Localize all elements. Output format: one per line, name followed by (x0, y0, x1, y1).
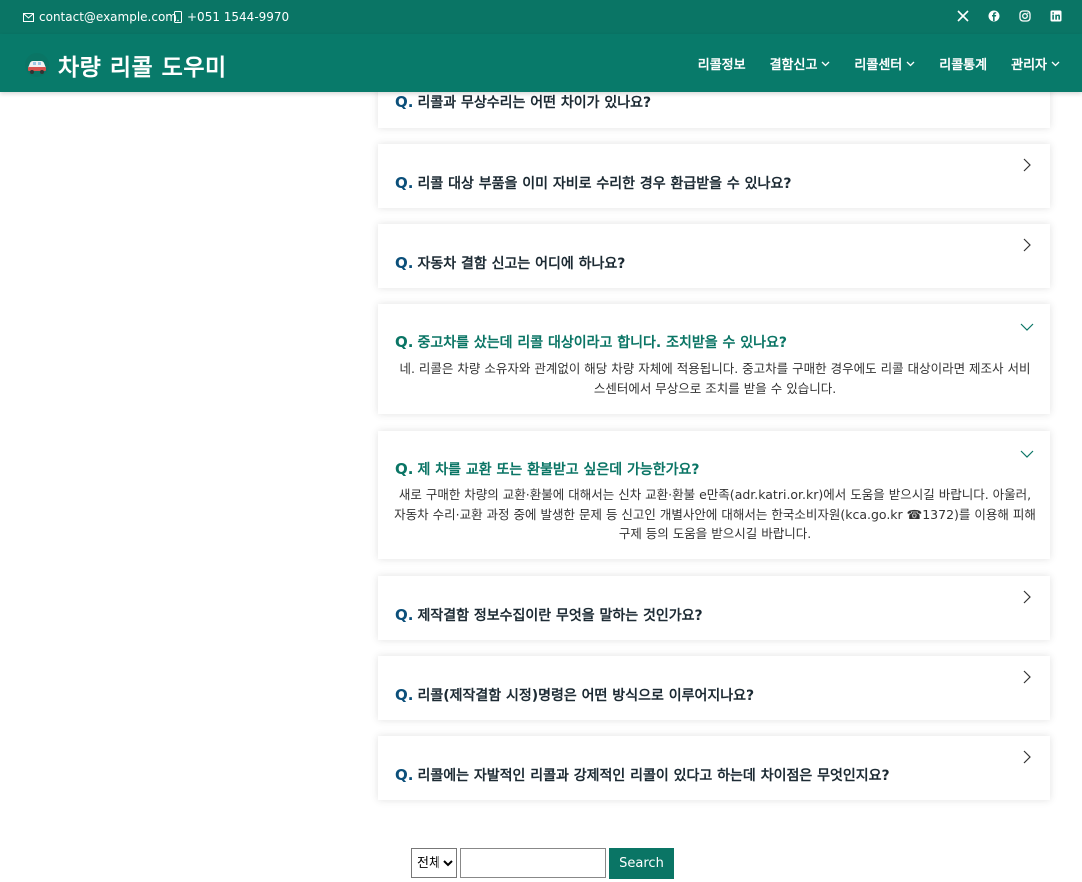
faq-question: Q. 리콜에는 자발적인 리콜과 강제적인 리콜이 있다고 하는데 차이점은 무엇… (395, 765, 890, 785)
faq-question-text: 리콜에는 자발적인 리콜과 강제적인 리콜이 있다고 하는데 차이점은 무엇인지… (417, 768, 890, 784)
nav-label: 관리자 (1011, 58, 1047, 73)
nav-recall-stats[interactable]: 리콜통계 (939, 54, 987, 73)
faq-question: Q. 중고차를 샀는데 리콜 대상이라고 합니다. 조치받을 수 있나요? (395, 332, 787, 352)
contact-phone[interactable]: +051 1544-9970 (174, 10, 289, 24)
chevron-right-icon (1023, 158, 1031, 172)
faq-question: Q. 리콜(제작결함 시정)명령은 어떤 방식으로 이루어지나요? (395, 685, 754, 705)
faq-question-text: 자동차 결함 신고는 어디에 하나요? (417, 256, 626, 272)
main-nav: 리콜정보 결함신고 리콜센터 리콜통계 관리자 (698, 54, 1060, 73)
nav-label: 리콜센터 (854, 58, 903, 73)
question-mark: Q. (395, 606, 414, 624)
faq-item-open[interactable]: Q. 중고차를 샀는데 리콜 대상이라고 합니다. 조치받을 수 있나요? 네. … (378, 304, 1050, 414)
faq-item-open[interactable]: Q. 제 차를 교환 또는 환불받고 싶은데 가능한가요? 새로 구매한 차량의 … (378, 431, 1050, 559)
facebook-icon[interactable] (987, 9, 1000, 22)
faq-question-text: 리콜과 무상수리는 어떤 차이가 있나요? (417, 95, 652, 111)
brand-link[interactable]: 차량 리콜 도우미 (24, 48, 227, 82)
nav-label: 결함신고 (769, 58, 818, 73)
search-form: 전체 Search (411, 848, 674, 879)
x-icon[interactable] (956, 9, 969, 22)
faq-answer: 새로 구매한 차량의 교환·환불에 대해서는 신차 교환·환불 e만족(adr.… (394, 487, 1036, 541)
site-header: 차량 리콜 도우미 리콜정보 결함신고 리콜센터 리콜통계 관리자 (0, 34, 1082, 92)
question-mark: Q. (395, 254, 414, 272)
nav-label: 리콜정보 (697, 58, 746, 73)
faq-question-text: 제작결함 정보수집이란 무엇을 말하는 것인가요? (417, 608, 703, 624)
question-mark: Q. (395, 174, 414, 192)
faq-item[interactable]: Q. 리콜 대상 부품을 이미 자비로 수리한 경우 환급받을 수 있나요? (378, 144, 1050, 208)
nav-label: 리콜통계 (939, 58, 988, 73)
question-mark: Q. (395, 93, 414, 111)
chevron-down-icon (1051, 61, 1060, 66)
nav-defect-report[interactable]: 결함신고 (770, 54, 831, 73)
nav-admin[interactable]: 관리자 (1011, 54, 1060, 73)
question-mark: Q. (395, 333, 414, 351)
top-bar: contact@example.com +051 1544-9970 (0, 0, 1082, 34)
contact-email[interactable]: contact@example.com (23, 10, 177, 24)
search-input[interactable] (460, 848, 606, 878)
faq-question: Q. 리콜 대상 부품을 이미 자비로 수리한 경우 환급받을 수 있나요? (395, 173, 791, 193)
question-mark: Q. (395, 686, 414, 704)
question-mark: Q. (395, 766, 414, 784)
chevron-right-icon (1023, 750, 1031, 764)
faq-answer: 네. 리콜은 차량 소유자와 관계없이 해당 차량 자체에 적용됩니다. 중고차… (399, 361, 1031, 396)
chevron-right-icon (1023, 670, 1031, 684)
faq-item[interactable]: Q. 자동차 결함 신고는 어디에 하나요? (378, 224, 1050, 288)
faq-question-text: 중고차를 샀는데 리콜 대상이라고 합니다. 조치받을 수 있나요? (417, 335, 788, 351)
chevron-down-icon (906, 61, 915, 66)
search-button[interactable]: Search (609, 848, 674, 879)
search-category-select[interactable]: 전체 (411, 848, 457, 878)
question-mark: Q. (395, 460, 414, 478)
faq-question: Q. 제 차를 교환 또는 환불받고 싶은데 가능한가요? (395, 459, 700, 479)
phone-icon (174, 11, 182, 23)
chevron-down-icon (1020, 450, 1034, 458)
faq-question-text: 리콜 대상 부품을 이미 자비로 수리한 경우 환급받을 수 있나요? (417, 176, 792, 192)
social-links (956, 9, 1062, 22)
site-title: 차량 리콜 도우미 (58, 55, 227, 81)
chevron-right-icon (1023, 590, 1031, 604)
faq-question: Q. 자동차 결함 신고는 어디에 하나요? (395, 253, 625, 273)
email-text: contact@example.com (39, 10, 177, 24)
faq-question: Q. 제작결함 정보수집이란 무엇을 말하는 것인가요? (395, 605, 703, 625)
faq-item[interactable]: Q. 리콜(제작결함 시정)명령은 어떤 방식으로 이루어지나요? (378, 656, 1050, 720)
faq-item[interactable]: Q. 제작결함 정보수집이란 무엇을 말하는 것인가요? (378, 576, 1050, 640)
nav-recall-info[interactable]: 리콜정보 (698, 54, 746, 73)
faq-item[interactable]: Q. 리콜에는 자발적인 리콜과 강제적인 리콜이 있다고 하는데 차이점은 무엇… (378, 736, 1050, 800)
phone-text: +051 1544-9970 (187, 10, 290, 24)
instagram-icon[interactable] (1018, 9, 1031, 22)
faq-question-text: 리콜(제작결함 시정)명령은 어떤 방식으로 이루어지나요? (417, 688, 755, 704)
mail-icon (23, 12, 34, 22)
linkedin-icon[interactable] (1049, 9, 1062, 22)
chevron-down-icon (821, 61, 830, 66)
faq-question: Q. 리콜과 무상수리는 어떤 차이가 있나요? (395, 92, 651, 112)
car-logo-icon (25, 53, 49, 77)
nav-recall-center[interactable]: 리콜센터 (854, 54, 915, 73)
chevron-right-icon (1023, 238, 1031, 252)
faq-question-text: 제 차를 교환 또는 환불받고 싶은데 가능한가요? (417, 462, 700, 478)
chevron-down-icon (1020, 323, 1034, 331)
